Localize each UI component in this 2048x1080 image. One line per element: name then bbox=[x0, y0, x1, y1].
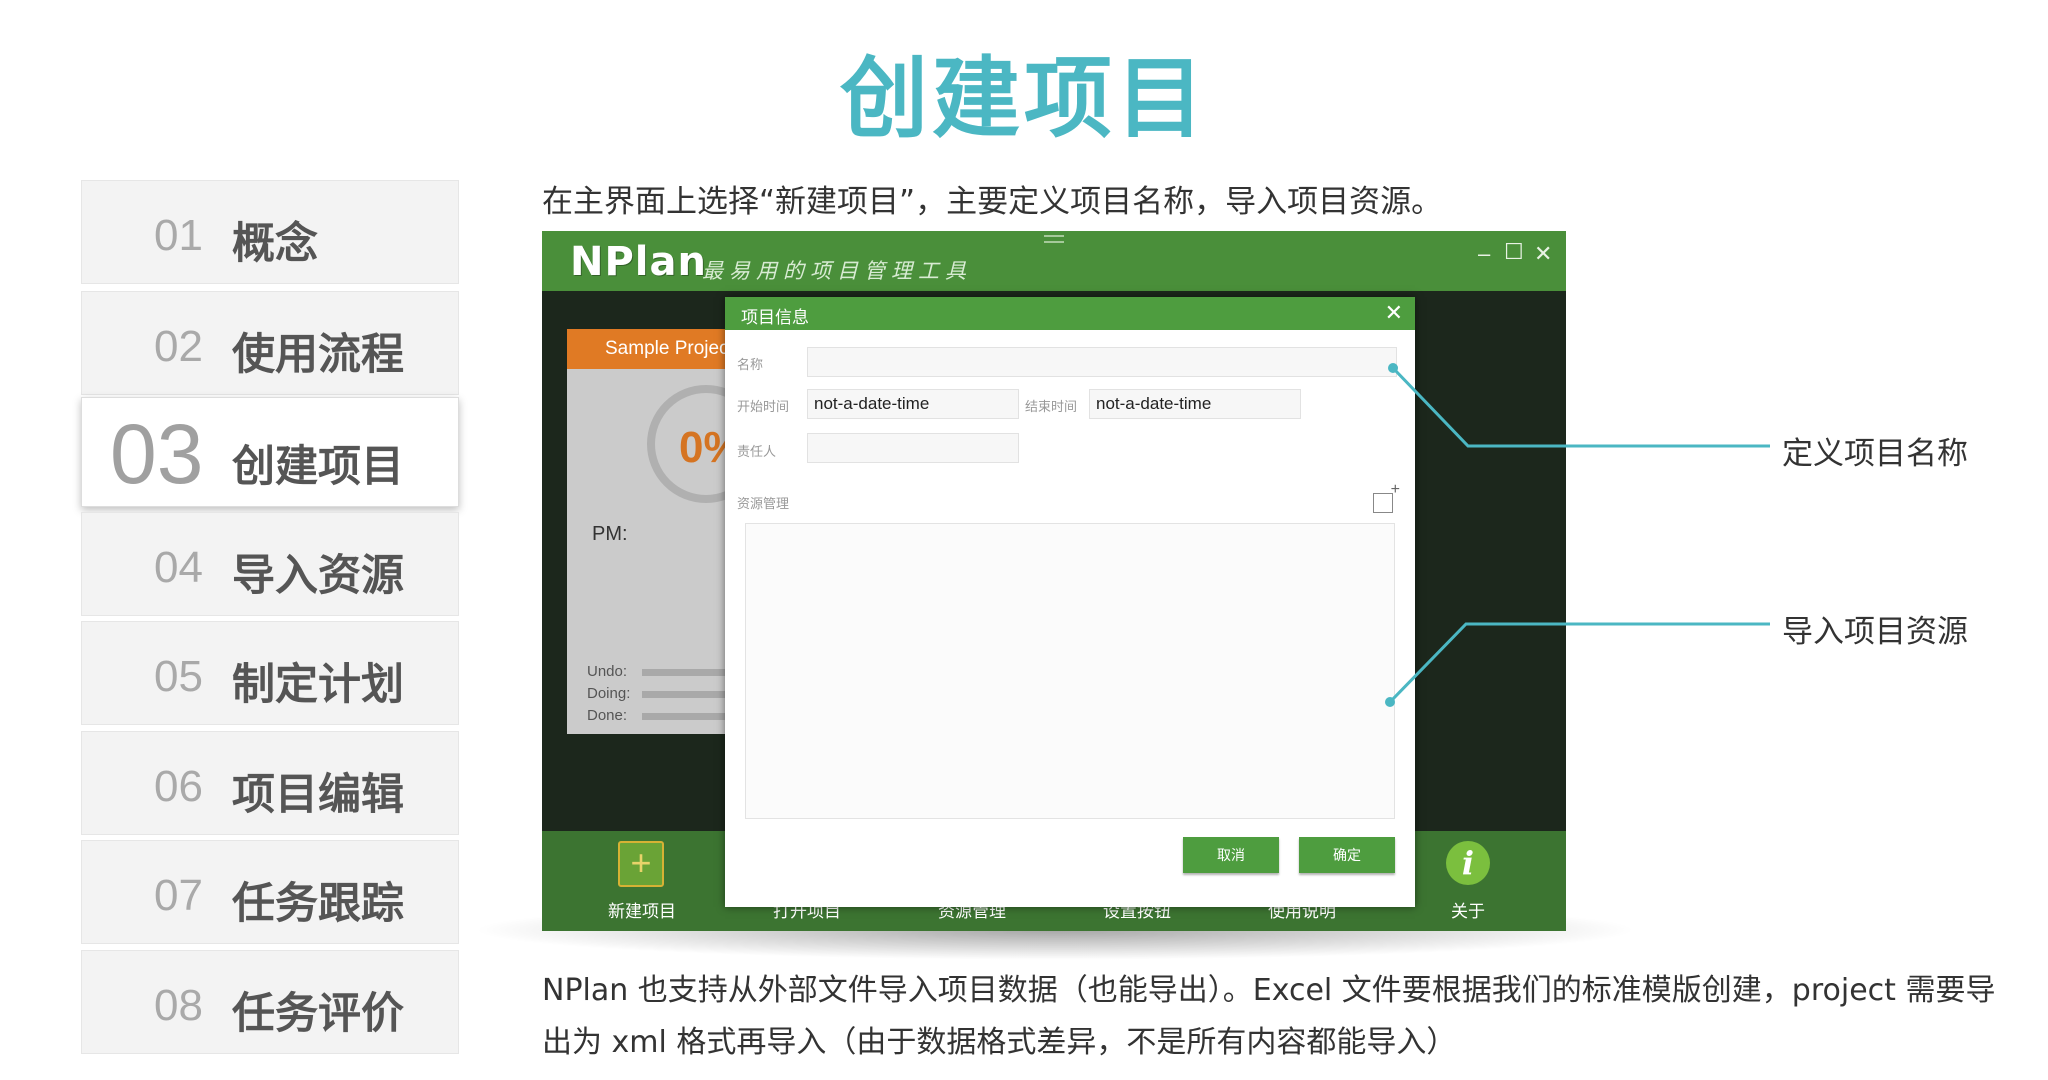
toolbar-label: 新建项目 bbox=[608, 902, 676, 921]
dialog-header[interactable]: 项目信息 ✕ bbox=[725, 297, 1415, 330]
callout-label-resources: 导入项目资源 bbox=[1782, 614, 1968, 650]
pm-label: PM: bbox=[592, 523, 628, 545]
nav-item-workflow[interactable]: 02 使用流程 bbox=[81, 291, 459, 395]
intro-text: 在主界面上选择“新建项目”，主要定义项目名称，导入项目资源。 bbox=[542, 184, 1443, 220]
nav-item-number: 07 bbox=[154, 871, 203, 920]
owner-label: 责任人 bbox=[737, 444, 777, 459]
nav-item-label: 制定计划 bbox=[232, 660, 404, 710]
nav-item-edit-project[interactable]: 06 项目编辑 bbox=[81, 731, 459, 835]
nav-item-number: 02 bbox=[154, 322, 203, 371]
nav-item-number: 03 bbox=[110, 407, 204, 501]
nav-item-label: 创建项目 bbox=[232, 442, 404, 492]
app-logo: NPlan bbox=[570, 239, 707, 285]
app-slogan: 最易用的项目管理工具 bbox=[702, 259, 972, 283]
nav-item-number: 04 bbox=[154, 543, 203, 592]
start-time-field[interactable]: not-a-date-time bbox=[807, 389, 1019, 419]
close-icon[interactable]: ✕ bbox=[1534, 241, 1552, 267]
page-title: 创建项目 bbox=[839, 47, 1208, 150]
new-folder-icon: + bbox=[618, 841, 664, 887]
app-title-bar[interactable]: NPlan 最易用的项目管理工具 – ☐ ✕ bbox=[542, 231, 1566, 291]
dialog-title: 项目信息 bbox=[741, 308, 809, 327]
nav-item-label: 导入资源 bbox=[232, 551, 404, 601]
nav-item-make-plan[interactable]: 05 制定计划 bbox=[81, 621, 459, 725]
nav-item-number: 08 bbox=[154, 981, 203, 1030]
undo-label: Undo: bbox=[587, 663, 628, 680]
new-project-button[interactable]: + 新建项目 bbox=[562, 831, 722, 931]
add-resource-icon[interactable] bbox=[1373, 481, 1400, 513]
nav-item-number: 05 bbox=[154, 652, 203, 701]
nav-item-create-project[interactable]: 03 创建项目 bbox=[81, 397, 459, 507]
drag-grip-icon[interactable] bbox=[1044, 235, 1064, 243]
name-field[interactable] bbox=[807, 347, 1397, 377]
info-icon: i bbox=[1446, 841, 1490, 885]
nav-item-label: 任务评价 bbox=[232, 989, 404, 1039]
nav-item-number: 01 bbox=[154, 211, 203, 260]
end-time-field[interactable]: not-a-date-time bbox=[1089, 389, 1301, 419]
nplan-app-window: NPlan 最易用的项目管理工具 – ☐ ✕ Sample Project 0%… bbox=[542, 231, 1566, 931]
nav-item-concept[interactable]: 01 概念 bbox=[81, 180, 459, 284]
nav-item-task-review[interactable]: 08 任务评价 bbox=[81, 950, 459, 1054]
doing-label: Doing: bbox=[587, 685, 631, 702]
nav-item-label: 项目编辑 bbox=[232, 770, 404, 820]
name-label: 名称 bbox=[737, 357, 764, 372]
nav-item-label: 任务跟踪 bbox=[232, 879, 404, 929]
nav-item-label: 使用流程 bbox=[232, 330, 404, 380]
resource-label: 资源管理 bbox=[737, 496, 790, 511]
close-icon[interactable]: ✕ bbox=[1385, 300, 1403, 326]
nav-item-import-resources[interactable]: 04 导入资源 bbox=[81, 512, 459, 616]
end-time-label: 结束时间 bbox=[1025, 399, 1078, 414]
cancel-button[interactable]: 取消 bbox=[1183, 837, 1279, 873]
done-label: Done: bbox=[587, 707, 628, 724]
nav-item-task-tracking[interactable]: 07 任务跟踪 bbox=[81, 840, 459, 944]
maximize-icon[interactable]: ☐ bbox=[1504, 239, 1524, 265]
owner-field[interactable] bbox=[807, 433, 1019, 463]
nav-item-label: 概念 bbox=[232, 219, 318, 269]
footer-description: NPlan 也支持从外部文件导入项目数据（也能导出）。Excel 文件要根据我们… bbox=[542, 973, 1996, 1060]
ok-button[interactable]: 确定 bbox=[1299, 837, 1395, 873]
project-info-dialog: 项目信息 ✕ 名称 开始时间 not-a-date-time 结束时间 not-… bbox=[725, 297, 1415, 907]
nav-item-number: 06 bbox=[154, 762, 203, 811]
callout-label-name: 定义项目名称 bbox=[1782, 436, 1968, 472]
start-time-label: 开始时间 bbox=[737, 399, 790, 414]
resource-list[interactable] bbox=[745, 523, 1395, 819]
minimize-icon[interactable]: – bbox=[1478, 241, 1490, 267]
